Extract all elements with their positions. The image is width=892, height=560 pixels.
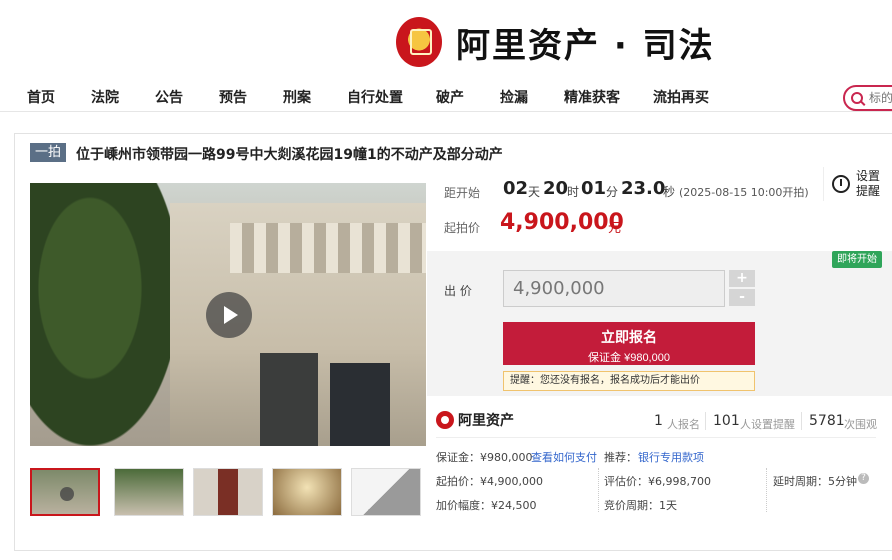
bank-payment-link[interactable]: 银行专用款项: [638, 449, 704, 465]
nav-item-home[interactable]: 首页: [27, 87, 55, 107]
deposit-info: 保证金：¥980,000: [436, 451, 533, 464]
main-nav: 首页 法院 公告 预告 刑案 自行处置 破产 捡漏 精准获客 流拍再买: [0, 80, 892, 112]
decrease-bid-button[interactable]: -: [729, 289, 755, 306]
nav-item-court[interactable]: 法院: [91, 87, 119, 107]
nav-item-bankruptcy[interactable]: 破产: [436, 87, 464, 107]
set-reminder-button[interactable]: 设置提醒: [823, 167, 883, 201]
search-box[interactable]: [843, 85, 892, 111]
nav-item-self-disposal[interactable]: 自行处置: [347, 87, 403, 107]
delay-period: 延时周期：5分钟: [773, 475, 857, 488]
start-price-label: 起拍价: [444, 221, 481, 235]
bid-cycle: 竞价周期：1天: [604, 499, 677, 512]
countdown-minutes: 01: [581, 178, 607, 199]
countdown-minutes-unit: 分: [606, 185, 619, 199]
play-video-icon[interactable]: [206, 292, 252, 338]
start-price-value: 4,900,000: [500, 210, 624, 235]
thumbnail-image[interactable]: [351, 468, 421, 516]
countdown-hours-unit: 时: [567, 185, 580, 199]
thumbnail-image[interactable]: [272, 468, 342, 516]
search-input[interactable]: [869, 91, 892, 105]
how-to-pay-link[interactable]: 查看如何支付: [531, 449, 597, 465]
increase-bid-button[interactable]: +: [729, 270, 755, 287]
reminder-count-label: 人设置提醒: [740, 418, 795, 431]
thumbnail-video[interactable]: [30, 468, 100, 516]
signup-button[interactable]: 立即报名 保证金 ¥980,000: [503, 322, 755, 365]
view-count-label: 次围观: [844, 418, 877, 431]
bid-amount-input[interactable]: [503, 270, 725, 307]
signup-count: 1: [654, 413, 663, 429]
countdown-seconds-unit: 秒: [663, 185, 676, 199]
alarm-clock-icon: [832, 175, 850, 193]
bid-label: 出 价: [444, 284, 472, 298]
deposit-label: 保证金 ¥980,000: [588, 351, 670, 364]
ali-logo-text: 阿里资产: [458, 413, 514, 429]
brand-logo[interactable]: 阿里资产 · 司法: [396, 14, 715, 70]
bid-increment: 加价幅度：¥24,500: [436, 499, 537, 512]
lot-title: 位于嵊州市领带园一路99号中大剡溪花园19幢1的不动产及部分动产: [76, 147, 503, 163]
view-count: 5781: [809, 413, 845, 429]
status-badge: 即将开始: [832, 251, 882, 268]
nav-item-criminal[interactable]: 刑案: [283, 87, 311, 107]
play-icon: [60, 487, 74, 501]
start-time: (2025-08-15 10:00开拍): [679, 186, 809, 199]
countdown-label: 距开始: [444, 186, 481, 200]
ali-assets-logo: 阿里资产: [436, 410, 514, 430]
thumbnail-image[interactable]: [193, 468, 263, 516]
recommend-label: 推荐：: [604, 451, 637, 464]
nav-item-customers[interactable]: 精准获客: [564, 87, 620, 107]
set-reminder-label: 设置提醒: [856, 169, 881, 198]
signup-tip: 提醒：您还没有报名，报名成功后才能出价: [503, 371, 755, 391]
countdown-seconds: 23.0: [621, 178, 666, 199]
help-icon[interactable]: ?: [858, 473, 869, 484]
brand-title: 阿里资产 · 司法: [456, 25, 715, 66]
nav-item-relist[interactable]: 流拍再买: [653, 87, 709, 107]
start-price-detail: 起拍价：¥4,900,000: [436, 475, 543, 488]
start-price-unit: 元: [608, 221, 622, 236]
search-icon: [851, 92, 863, 104]
thumbnail-image[interactable]: [114, 468, 184, 516]
countdown-days-unit: 天: [528, 185, 541, 199]
court-emblem-icon: [396, 17, 442, 67]
countdown-hours: 20: [543, 178, 569, 199]
reminder-count: 101: [713, 413, 740, 429]
nav-item-preview[interactable]: 预告: [219, 87, 247, 107]
countdown-days: 02: [503, 178, 529, 199]
signup-count-label: 人报名: [667, 418, 700, 431]
appraisal-price: 评估价：¥6,998,700: [604, 475, 711, 488]
nav-item-bargain[interactable]: 捡漏: [500, 87, 528, 107]
auction-round-badge: 一拍: [30, 143, 66, 162]
ali-logo-icon: [436, 411, 454, 429]
nav-item-notice[interactable]: 公告: [155, 87, 183, 107]
signup-label: 立即报名: [601, 328, 657, 345]
